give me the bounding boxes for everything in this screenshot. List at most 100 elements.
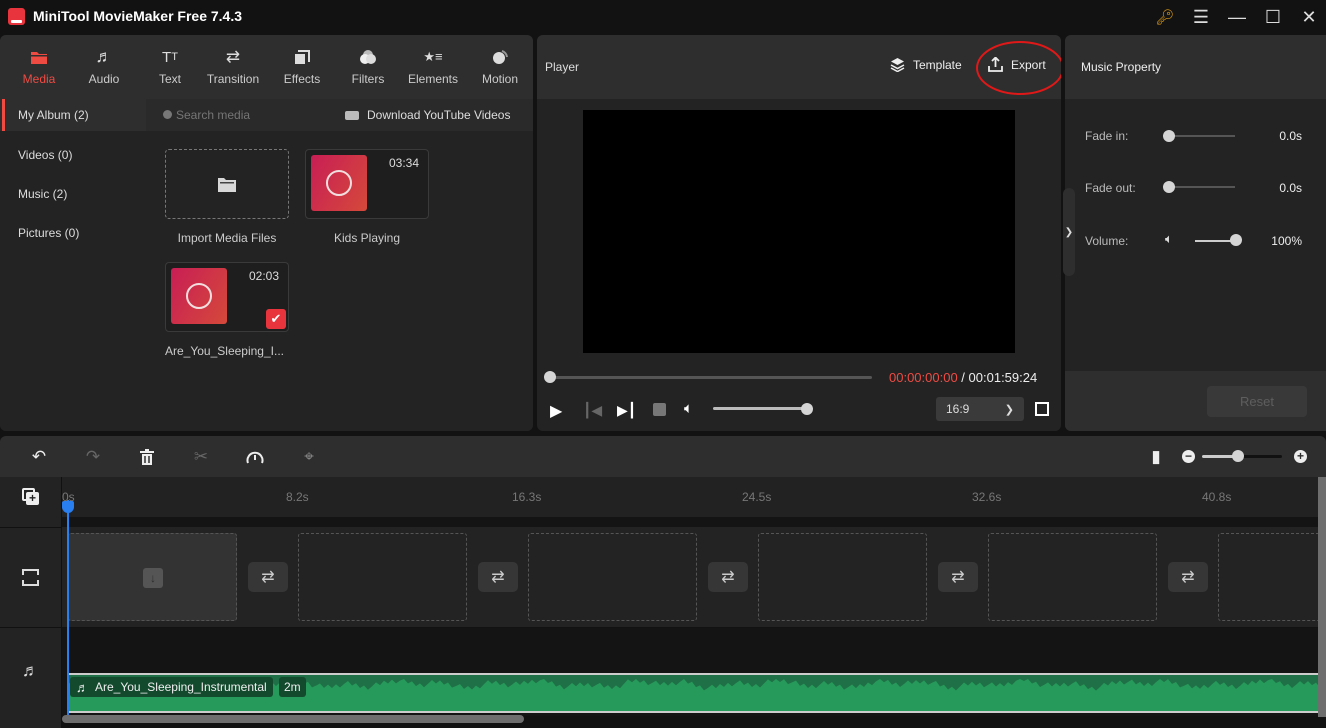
music-icon: ♬ [95, 47, 113, 66]
audio-track-icon: ♬ [22, 661, 39, 680]
drop-slot[interactable] [1218, 533, 1326, 621]
download-youtube-button[interactable]: Download YouTube Videos [345, 99, 510, 131]
media-sidebar: My Album (2) Videos (0) Music (2) Pictur… [0, 99, 146, 431]
filters-icon [358, 48, 378, 66]
key-icon[interactable]: 🔑︎ [1148, 0, 1182, 34]
ruler-tick: 8.2s [286, 490, 309, 504]
seek-bar[interactable] [550, 376, 872, 379]
swap-icon: ⇄ [225, 47, 241, 66]
transition-button[interactable]: ⇄ [938, 562, 978, 592]
tab-elements[interactable]: ★≡ Elements [405, 35, 461, 99]
music-property-panel: Music Property Fade in: 0.0s Fade out: 0… [1065, 35, 1326, 431]
sidebar-item-videos[interactable]: Videos (0) [0, 139, 146, 171]
volume-label: Volume: [1085, 234, 1129, 248]
video-track[interactable]: ↓ ⇄ ⇄ ⇄ ⇄ ⇄ [62, 527, 1326, 627]
property-title: Music Property [1081, 60, 1162, 74]
speed-icon[interactable] [240, 436, 270, 477]
total-time: 00:01:59:24 [968, 370, 1038, 385]
volume-icon: 🔈︎ [1165, 231, 1173, 246]
maximize-icon[interactable]: ☐ [1256, 0, 1290, 34]
fade-in-value: 0.0s [1279, 129, 1302, 143]
tab-filters[interactable]: Filters [343, 35, 393, 99]
drop-slot[interactable] [528, 533, 697, 621]
import-media-button[interactable] [165, 149, 289, 219]
crop-icon[interactable]: ⌖ [294, 436, 324, 477]
tab-transition[interactable]: ⇄ Transition [200, 35, 266, 99]
fade-in-slider[interactable] [1169, 135, 1235, 137]
fade-in-knob[interactable] [1163, 130, 1175, 142]
playhead-handle[interactable] [62, 501, 74, 513]
volume-knob[interactable] [1230, 234, 1242, 246]
aspect-ratio-select[interactable]: 16:9 ❯ [936, 397, 1024, 421]
redo-icon[interactable]: ↷ [78, 436, 108, 477]
tab-label: Elements [407, 72, 459, 86]
fade-out-slider[interactable] [1169, 186, 1235, 188]
vertical-scrollbar[interactable] [1318, 477, 1326, 717]
search-input[interactable] [176, 105, 336, 125]
media-item-kids-playing[interactable]: 03:34 [305, 149, 429, 219]
video-preview[interactable] [583, 110, 1015, 353]
seek-knob[interactable] [544, 371, 556, 383]
chevron-down-icon: ❯ [1004, 403, 1014, 416]
transition-button[interactable]: ⇄ [1168, 562, 1208, 592]
folder-icon [218, 178, 236, 192]
fade-out-value: 0.0s [1279, 181, 1302, 195]
tab-effects[interactable]: Effects [277, 35, 327, 99]
ruler-tick: 24.5s [742, 490, 772, 504]
fade-out-knob[interactable] [1163, 181, 1175, 193]
timeline-ruler[interactable]: 0s 8.2s 16.3s 24.5s 32.6s 40.8s [62, 477, 1320, 517]
previous-frame-icon[interactable]: ┃◀ [583, 402, 602, 419]
drop-slot[interactable]: ↓ [68, 533, 237, 621]
track-headers: + ♬ [0, 477, 62, 728]
add-track-icon[interactable]: + [22, 488, 39, 505]
template-button[interactable]: Template [890, 57, 962, 72]
minimize-icon[interactable]: — [1220, 0, 1254, 34]
drop-slot[interactable] [988, 533, 1157, 621]
playhead[interactable] [67, 500, 69, 716]
elements-icon: ★≡ [423, 49, 443, 64]
audio-clip-label: ♬ Are_You_Sleeping_Instrumental [70, 677, 273, 697]
media-item-are-you-sleeping[interactable]: 02:03 ✔ [165, 262, 289, 332]
tab-label: Filters [351, 72, 385, 86]
sidebar-item-pictures[interactable]: Pictures (0) [0, 217, 146, 249]
checkmark-icon[interactable]: ✔ [266, 309, 286, 329]
zoom-knob[interactable] [1232, 450, 1244, 462]
tab-motion[interactable]: Motion [475, 35, 525, 99]
media-panel: Media ♬ Audio TT Text ⇄ Transition Effec… [0, 35, 533, 431]
tab-label: Audio [88, 72, 120, 86]
layers-icon [890, 58, 905, 72]
zoom-in-icon[interactable]: + [1294, 450, 1307, 463]
main-toolbar: Media ♬ Audio TT Text ⇄ Transition Effec… [0, 35, 533, 99]
delete-icon[interactable] [132, 436, 162, 477]
sidebar-item-music[interactable]: Music (2) [0, 178, 146, 210]
undo-icon[interactable]: ↶ [24, 436, 54, 477]
drop-slot[interactable] [298, 533, 467, 621]
split-icon[interactable]: ✂ [186, 436, 216, 477]
volume-knob[interactable] [801, 403, 813, 415]
volume-slider[interactable] [1195, 240, 1235, 242]
tab-text[interactable]: TT Text [145, 35, 195, 99]
transition-button[interactable]: ⇄ [248, 562, 288, 592]
tab-audio[interactable]: ♬ Audio [79, 35, 129, 99]
tab-media[interactable]: Media [14, 35, 64, 99]
stop-icon[interactable] [653, 403, 666, 416]
transition-button[interactable]: ⇄ [478, 562, 518, 592]
fullscreen-icon[interactable] [1035, 402, 1049, 416]
drop-slot[interactable] [758, 533, 927, 621]
audio-clip[interactable]: ♬ Are_You_Sleeping_Instrumental 2m [68, 673, 1320, 713]
reset-button[interactable]: Reset [1207, 386, 1307, 417]
fit-timeline-icon[interactable]: ▮ [1141, 436, 1171, 477]
menu-icon[interactable]: ☰ [1184, 0, 1218, 34]
horizontal-scrollbar[interactable] [62, 715, 524, 723]
sidebar-item-my-album[interactable]: My Album (2) [0, 99, 146, 131]
next-frame-icon[interactable]: ▶┃ [617, 402, 636, 419]
zoom-out-icon[interactable]: − [1182, 450, 1195, 463]
property-header: Music Property [1065, 35, 1326, 99]
sidebar-item-label: My Album (2) [18, 108, 89, 122]
volume-slider[interactable] [713, 407, 807, 410]
collapse-panel-toggle[interactable]: ❯ [1063, 188, 1075, 276]
volume-icon[interactable]: 🔈︎ [684, 400, 693, 417]
close-icon[interactable]: ✕ [1292, 0, 1326, 34]
transition-button[interactable]: ⇄ [708, 562, 748, 592]
play-icon[interactable]: ▶ [550, 401, 562, 421]
